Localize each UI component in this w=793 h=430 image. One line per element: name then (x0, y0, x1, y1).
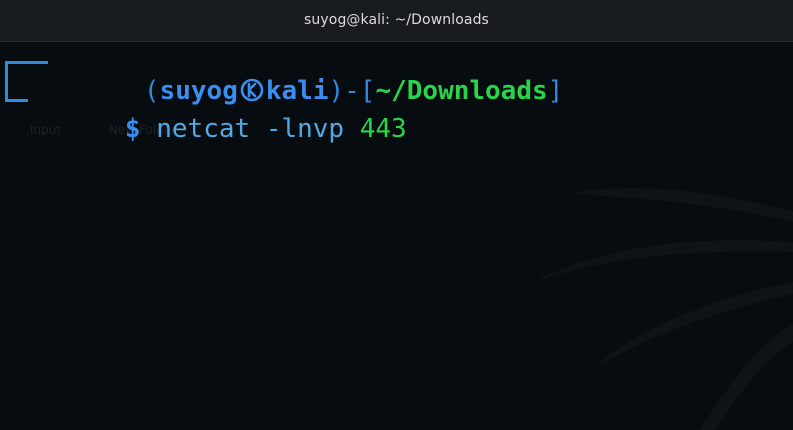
window-title: suyog@kali: ~/Downloads (304, 12, 489, 28)
title-bar[interactable]: suyog@kali: ~/Downloads (0, 0, 793, 42)
prompt-close-bracket: ] (547, 76, 564, 106)
terminal-area[interactable]: Input New Folder (suyog kali)-[~/Downloa… (0, 42, 793, 430)
command-port: 443 (359, 114, 407, 144)
command-line[interactable]: $ netcat -lnvp 443 (0, 84, 407, 174)
prompt-symbol: $ (124, 114, 141, 144)
terminal-window: suyog@kali: ~/Downloads Input New Folder… (0, 0, 793, 430)
command-flags: -lnvp (265, 114, 345, 144)
command-program: netcat (156, 114, 251, 144)
